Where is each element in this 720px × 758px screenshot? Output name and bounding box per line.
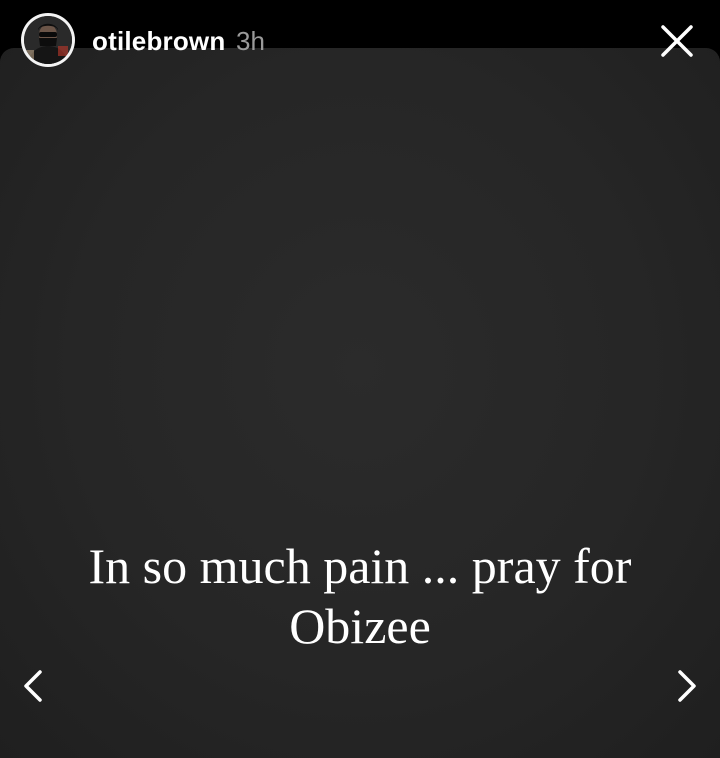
chevron-right-icon: [678, 670, 696, 702]
chevron-left-icon: [24, 670, 42, 702]
story-viewer: otilebrown 3h In so much pain ... pray f…: [0, 0, 720, 758]
close-icon: [661, 25, 693, 57]
close-button[interactable]: [652, 16, 702, 66]
next-story-button[interactable]: [664, 662, 708, 710]
story-caption: In so much pain ... pray for Obizee: [88, 538, 632, 654]
avatar-image: [24, 16, 72, 64]
profile-photo-icon: [24, 16, 72, 64]
avatar[interactable]: [21, 13, 75, 67]
previous-story-button[interactable]: [12, 662, 56, 710]
story-timestamp: 3h: [236, 26, 265, 56]
story-username[interactable]: otilebrown: [92, 24, 225, 58]
story-header: otilebrown 3h: [0, 0, 720, 84]
